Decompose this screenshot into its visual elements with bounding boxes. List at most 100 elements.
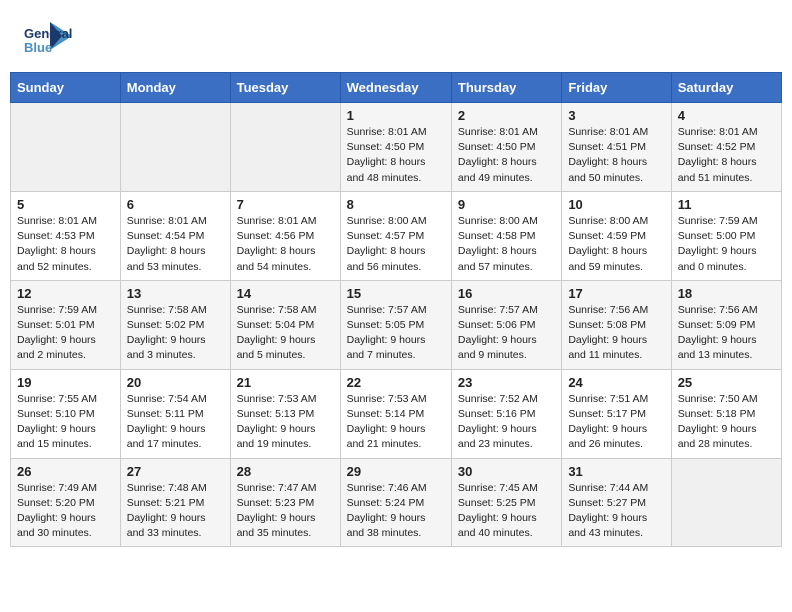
calendar-cell: 6 Sunrise: 8:01 AM Sunset: 4:54 PM Daylig…	[120, 191, 230, 280]
day-info: Sunrise: 7:48 AM Sunset: 5:21 PM Dayligh…	[127, 481, 224, 542]
day-number: 12	[17, 286, 114, 301]
day-info: Sunrise: 8:01 AM Sunset: 4:56 PM Dayligh…	[237, 214, 334, 275]
day-number: 3	[568, 108, 664, 123]
day-info: Sunrise: 7:47 AM Sunset: 5:23 PM Dayligh…	[237, 481, 334, 542]
day-number: 21	[237, 375, 334, 390]
day-number: 25	[678, 375, 775, 390]
calendar-cell: 17 Sunrise: 7:56 AM Sunset: 5:08 PM Dayli…	[562, 280, 671, 369]
day-info: Sunrise: 8:01 AM Sunset: 4:54 PM Dayligh…	[127, 214, 224, 275]
day-number: 6	[127, 197, 224, 212]
calendar-cell: 20Sunrise: 7:54 AM Sunset: 5:11 PM Dayli…	[120, 369, 230, 458]
calendar-cell: 11 Sunrise: 7:59 AM Sunset: 5:00 PM Dayli…	[671, 191, 781, 280]
calendar-cell: 12 Sunrise: 7:59 AM Sunset: 5:01 PM Dayli…	[11, 280, 121, 369]
day-number: 7	[237, 197, 334, 212]
day-number: 9	[458, 197, 555, 212]
calendar-cell: 31 Sunrise: 7:44 AM Sunset: 5:27 PM Dayli…	[562, 458, 671, 547]
svg-text:General: General	[24, 26, 72, 41]
calendar-week-4: 19 Sunrise: 7:55 AM Sunset: 5:10 PM Dayli…	[11, 369, 782, 458]
calendar-cell: 8 Sunrise: 8:00 AM Sunset: 4:57 PM Daylig…	[340, 191, 451, 280]
calendar-header: SundayMondayTuesdayWednesdayThursdayFrid…	[11, 73, 782, 103]
calendar-cell: 14 Sunrise: 7:58 AM Sunset: 5:04 PM Dayli…	[230, 280, 340, 369]
day-number: 26	[17, 464, 114, 479]
weekday-header-thursday: Thursday	[451, 73, 561, 103]
day-info: Sunrise: 7:54 AM Sunset: 5:11 PM Dayligh…	[127, 392, 224, 453]
day-info: Sunrise: 7:44 AM Sunset: 5:27 PM Dayligh…	[568, 481, 664, 542]
calendar-cell: 10Sunrise: 8:00 AM Sunset: 4:59 PM Dayli…	[562, 191, 671, 280]
calendar-cell: 18Sunrise: 7:56 AM Sunset: 5:09 PM Dayli…	[671, 280, 781, 369]
calendar-cell: 19 Sunrise: 7:55 AM Sunset: 5:10 PM Dayli…	[11, 369, 121, 458]
day-number: 1	[347, 108, 445, 123]
day-info: Sunrise: 7:55 AM Sunset: 5:10 PM Dayligh…	[17, 392, 114, 453]
calendar-cell: 7 Sunrise: 8:01 AM Sunset: 4:56 PM Daylig…	[230, 191, 340, 280]
day-info: Sunrise: 7:46 AM Sunset: 5:24 PM Dayligh…	[347, 481, 445, 542]
day-info: Sunrise: 7:52 AM Sunset: 5:16 PM Dayligh…	[458, 392, 555, 453]
day-number: 2	[458, 108, 555, 123]
calendar-cell: 1 Sunrise: 8:01 AM Sunset: 4:50 PM Daylig…	[340, 103, 451, 192]
day-number: 18	[678, 286, 775, 301]
day-number: 22	[347, 375, 445, 390]
weekday-header-monday: Monday	[120, 73, 230, 103]
day-number: 29	[347, 464, 445, 479]
weekday-header-wednesday: Wednesday	[340, 73, 451, 103]
calendar-cell: 13Sunrise: 7:58 AM Sunset: 5:02 PM Dayli…	[120, 280, 230, 369]
day-number: 23	[458, 375, 555, 390]
calendar-cell: 2 Sunrise: 8:01 AM Sunset: 4:50 PM Daylig…	[451, 103, 561, 192]
logo: General Blue	[22, 18, 76, 62]
day-info: Sunrise: 8:01 AM Sunset: 4:50 PM Dayligh…	[458, 125, 555, 186]
day-info: Sunrise: 7:59 AM Sunset: 5:01 PM Dayligh…	[17, 303, 114, 364]
weekday-header-friday: Friday	[562, 73, 671, 103]
calendar-cell: 25Sunrise: 7:50 AM Sunset: 5:18 PM Dayli…	[671, 369, 781, 458]
day-info: Sunrise: 7:56 AM Sunset: 5:08 PM Dayligh…	[568, 303, 664, 364]
day-info: Sunrise: 8:01 AM Sunset: 4:51 PM Dayligh…	[568, 125, 664, 186]
calendar-week-5: 26 Sunrise: 7:49 AM Sunset: 5:20 PM Dayli…	[11, 458, 782, 547]
day-number: 15	[347, 286, 445, 301]
day-info: Sunrise: 7:51 AM Sunset: 5:17 PM Dayligh…	[568, 392, 664, 453]
day-info: Sunrise: 7:45 AM Sunset: 5:25 PM Dayligh…	[458, 481, 555, 542]
day-number: 31	[568, 464, 664, 479]
logo-icon: General Blue	[22, 18, 74, 62]
day-number: 24	[568, 375, 664, 390]
day-info: Sunrise: 8:01 AM Sunset: 4:53 PM Dayligh…	[17, 214, 114, 275]
day-info: Sunrise: 7:53 AM Sunset: 5:13 PM Dayligh…	[237, 392, 334, 453]
day-number: 8	[347, 197, 445, 212]
calendar-cell: 16 Sunrise: 7:57 AM Sunset: 5:06 PM Dayli…	[451, 280, 561, 369]
day-number: 28	[237, 464, 334, 479]
page-header: General Blue	[10, 10, 782, 68]
weekday-header-row: SundayMondayTuesdayWednesdayThursdayFrid…	[11, 73, 782, 103]
calendar-cell: 15Sunrise: 7:57 AM Sunset: 5:05 PM Dayli…	[340, 280, 451, 369]
day-number: 11	[678, 197, 775, 212]
calendar-body: 1 Sunrise: 8:01 AM Sunset: 4:50 PM Daylig…	[11, 103, 782, 547]
day-info: Sunrise: 7:57 AM Sunset: 5:06 PM Dayligh…	[458, 303, 555, 364]
calendar-cell: 28 Sunrise: 7:47 AM Sunset: 5:23 PM Dayli…	[230, 458, 340, 547]
calendar-cell: 24 Sunrise: 7:51 AM Sunset: 5:17 PM Dayli…	[562, 369, 671, 458]
day-number: 14	[237, 286, 334, 301]
day-number: 13	[127, 286, 224, 301]
day-info: Sunrise: 8:00 AM Sunset: 4:58 PM Dayligh…	[458, 214, 555, 275]
calendar-week-3: 12 Sunrise: 7:59 AM Sunset: 5:01 PM Dayli…	[11, 280, 782, 369]
day-number: 10	[568, 197, 664, 212]
calendar-cell	[671, 458, 781, 547]
day-number: 16	[458, 286, 555, 301]
calendar-cell: 3 Sunrise: 8:01 AM Sunset: 4:51 PM Daylig…	[562, 103, 671, 192]
calendar-cell: 26 Sunrise: 7:49 AM Sunset: 5:20 PM Dayli…	[11, 458, 121, 547]
calendar-cell: 4 Sunrise: 8:01 AM Sunset: 4:52 PM Daylig…	[671, 103, 781, 192]
day-info: Sunrise: 8:00 AM Sunset: 4:57 PM Dayligh…	[347, 214, 445, 275]
weekday-header-saturday: Saturday	[671, 73, 781, 103]
calendar-cell: 5 Sunrise: 8:01 AM Sunset: 4:53 PM Daylig…	[11, 191, 121, 280]
day-info: Sunrise: 7:49 AM Sunset: 5:20 PM Dayligh…	[17, 481, 114, 542]
calendar-cell: 27Sunrise: 7:48 AM Sunset: 5:21 PM Dayli…	[120, 458, 230, 547]
day-number: 17	[568, 286, 664, 301]
day-number: 4	[678, 108, 775, 123]
day-info: Sunrise: 8:01 AM Sunset: 4:52 PM Dayligh…	[678, 125, 775, 186]
calendar-week-1: 1 Sunrise: 8:01 AM Sunset: 4:50 PM Daylig…	[11, 103, 782, 192]
calendar-cell: 23 Sunrise: 7:52 AM Sunset: 5:16 PM Dayli…	[451, 369, 561, 458]
day-number: 19	[17, 375, 114, 390]
weekday-header-sunday: Sunday	[11, 73, 121, 103]
calendar-cell: 22Sunrise: 7:53 AM Sunset: 5:14 PM Dayli…	[340, 369, 451, 458]
day-info: Sunrise: 7:59 AM Sunset: 5:00 PM Dayligh…	[678, 214, 775, 275]
day-info: Sunrise: 8:01 AM Sunset: 4:50 PM Dayligh…	[347, 125, 445, 186]
weekday-header-tuesday: Tuesday	[230, 73, 340, 103]
day-number: 5	[17, 197, 114, 212]
day-info: Sunrise: 7:58 AM Sunset: 5:04 PM Dayligh…	[237, 303, 334, 364]
calendar-table: SundayMondayTuesdayWednesdayThursdayFrid…	[10, 72, 782, 547]
